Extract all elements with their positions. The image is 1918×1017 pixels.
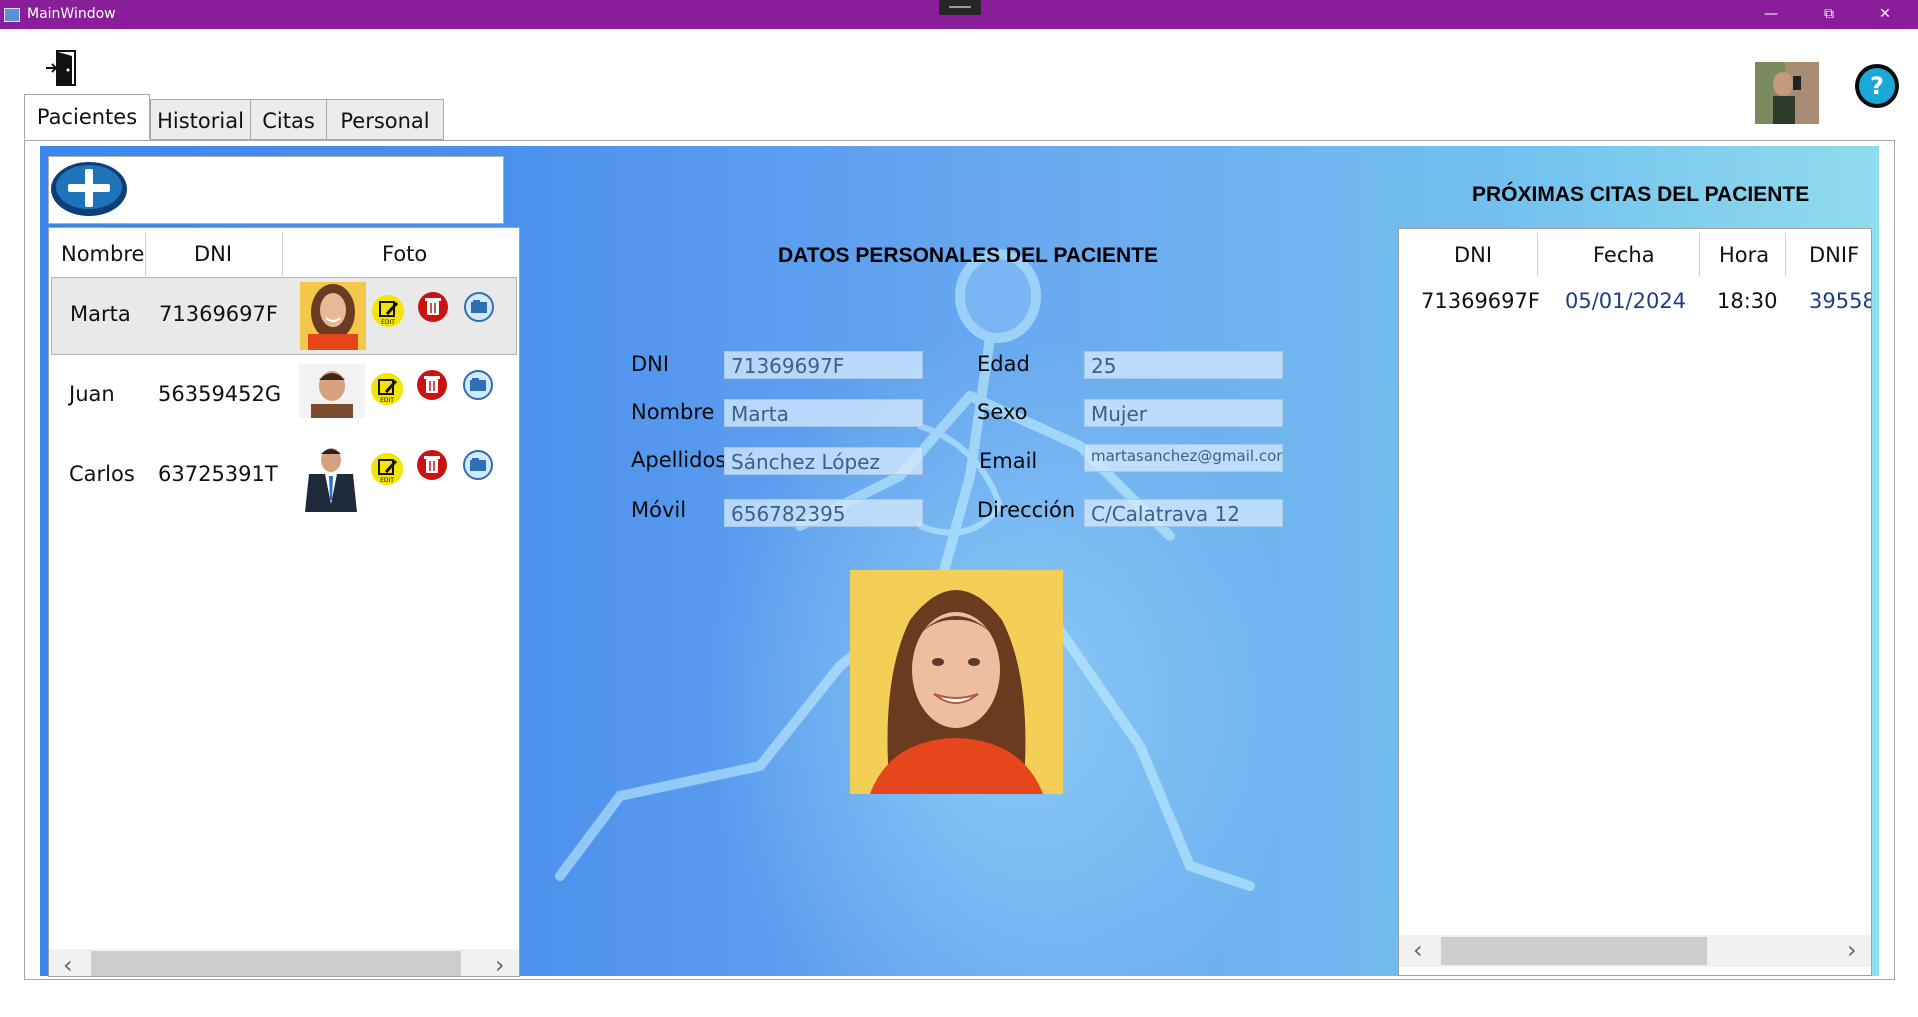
label-apellidos: Apellidos: [631, 448, 727, 472]
scroll-thumb[interactable]: [1441, 937, 1707, 965]
tab-pacientes[interactable]: Pacientes: [24, 94, 150, 140]
column-separator: [1699, 233, 1700, 277]
tab-citas[interactable]: Citas: [250, 99, 327, 140]
cita-dnif: 39558: [1809, 289, 1872, 313]
delete-icon[interactable]: [415, 368, 449, 402]
view-icon[interactable]: [461, 368, 495, 402]
column-separator: [1785, 233, 1786, 277]
scroll-right-icon[interactable]: ›: [495, 951, 505, 976]
column-header-fecha[interactable]: Fecha: [1593, 243, 1655, 267]
table-row[interactable]: Carlos 63725391T EDIT: [49, 440, 519, 518]
citas-horizontal-scrollbar[interactable]: ‹ ›: [1399, 935, 1871, 967]
add-patient-button[interactable]: [50, 161, 128, 217]
patient-nombre: Carlos: [69, 462, 135, 486]
sexo-field[interactable]: Mujer: [1084, 399, 1283, 427]
close-button[interactable]: ✕: [1862, 0, 1908, 29]
edit-icon[interactable]: EDIT: [370, 452, 404, 486]
apellidos-field[interactable]: Sánchez López: [724, 447, 923, 475]
column-header-dnif[interactable]: DNIF: [1809, 243, 1859, 267]
avatar[interactable]: [1755, 62, 1819, 124]
cita-fecha: 05/01/2024: [1565, 289, 1687, 313]
column-separator: [145, 232, 146, 276]
dni-field[interactable]: 71369697F: [724, 351, 923, 379]
delete-icon[interactable]: [415, 448, 449, 482]
label-nombre: Nombre: [631, 400, 715, 424]
patient-photo: [300, 282, 366, 350]
cita-hora: 18:30: [1717, 289, 1778, 313]
tab-personal[interactable]: Personal: [326, 99, 444, 140]
table-row[interactable]: 71369697F 05/01/2024 18:30 39558: [1399, 281, 1871, 325]
column-header-hora[interactable]: Hora: [1719, 243, 1769, 267]
label-direccion: Dirección: [977, 498, 1076, 522]
patients-horizontal-scrollbar[interactable]: ‹ ›: [49, 949, 519, 976]
window-title: MainWindow: [27, 6, 116, 22]
label-sexo: Sexo: [977, 400, 1028, 424]
title-bar: MainWindow — ⧉ ✕: [0, 0, 1918, 29]
view-icon[interactable]: [461, 448, 495, 482]
label-edad: Edad: [977, 352, 1030, 376]
svg-text:?: ?: [1870, 72, 1884, 100]
patients-table: Nombre DNI Foto Marta 71369697F EDIT Jua…: [48, 227, 520, 977]
patient-dni: 63725391T: [158, 462, 278, 486]
patient-nombre: Juan: [69, 382, 115, 406]
restore-button[interactable]: ⧉: [1806, 0, 1852, 29]
snap-grip[interactable]: [939, 0, 981, 15]
email-field[interactable]: martasanchez@gmail.com: [1084, 444, 1283, 472]
column-separator: [1537, 233, 1538, 277]
column-header-foto[interactable]: Foto: [382, 242, 427, 266]
column-header-dni[interactable]: DNI: [194, 242, 232, 266]
details-title: DATOS PERSONALES DEL PACIENTE: [778, 244, 1158, 267]
view-icon[interactable]: [462, 290, 496, 324]
column-header-dni[interactable]: DNI: [1454, 243, 1492, 267]
svg-text:EDIT: EDIT: [380, 397, 394, 404]
tab-historial[interactable]: Historial: [150, 99, 251, 140]
column-separator: [282, 232, 283, 276]
label-dni: DNI: [631, 352, 670, 376]
help-icon[interactable]: ?: [1854, 63, 1900, 109]
minimize-button[interactable]: —: [1748, 0, 1794, 29]
svg-text:EDIT: EDIT: [381, 319, 395, 326]
exit-door-icon[interactable]: [44, 48, 80, 88]
scroll-right-icon[interactable]: ›: [1847, 936, 1857, 964]
movil-field[interactable]: 656782395: [724, 499, 923, 527]
edad-field[interactable]: 25: [1084, 351, 1283, 379]
table-row[interactable]: Juan 56359452G EDIT: [49, 360, 519, 438]
add-icon: [51, 162, 127, 216]
edit-icon[interactable]: EDIT: [371, 294, 405, 328]
scroll-left-icon[interactable]: ‹: [63, 951, 73, 976]
column-header-nombre[interactable]: Nombre: [61, 242, 144, 266]
app-icon: [4, 8, 20, 22]
direccion-field[interactable]: C/Calatrava 12: [1084, 499, 1283, 527]
patient-dni: 56359452G: [158, 382, 282, 406]
scroll-left-icon[interactable]: ‹: [1413, 936, 1423, 964]
patient-photo: [299, 364, 365, 418]
delete-icon[interactable]: [416, 290, 450, 324]
table-row[interactable]: Marta 71369697F EDIT: [51, 277, 517, 355]
nombre-field[interactable]: Marta: [724, 399, 923, 427]
citas-table: DNI Fecha Hora DNIF 71369697F 05/01/2024…: [1398, 228, 1872, 976]
patient-dni: 71369697F: [159, 302, 278, 326]
label-movil: Móvil: [631, 498, 687, 522]
patient-nombre: Marta: [70, 302, 131, 326]
svg-text:EDIT: EDIT: [380, 477, 394, 484]
patient-photo-large: [850, 570, 1063, 794]
patient-photo: [301, 444, 361, 512]
edit-icon[interactable]: EDIT: [370, 372, 404, 406]
citas-title: PRÓXIMAS CITAS DEL PACIENTE: [1472, 183, 1810, 206]
scroll-thumb[interactable]: [91, 951, 461, 976]
cita-dni: 71369697F: [1421, 289, 1540, 313]
label-email: Email: [979, 449, 1038, 473]
